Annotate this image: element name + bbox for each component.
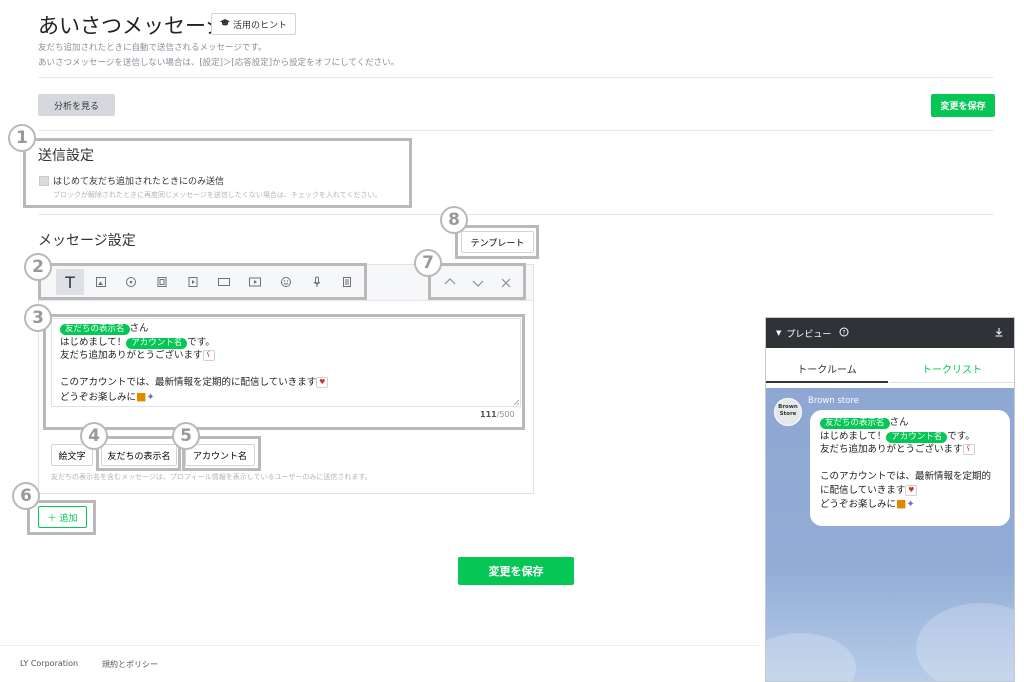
page-description-note: あいさつメッセージを送信しない場合は、[設定]＞[応答設定]から設定をオフにして…	[38, 58, 400, 68]
cloud-decoration	[916, 603, 1014, 681]
bear-emoji-icon: ʕ	[962, 444, 975, 455]
hint-button-label: 活用のヒント	[233, 19, 288, 30]
divider	[38, 214, 994, 215]
callout-box-1	[23, 138, 412, 208]
callout-box-4	[96, 436, 181, 471]
help-icon[interactable]: ?	[839, 327, 849, 340]
page-title: あいさつメッセージ	[38, 14, 227, 38]
page-description: 友だち追加されたときに自動で送信されるメッセージです。	[38, 43, 267, 53]
preview-title: プレビュー	[786, 329, 832, 340]
footer-divider	[0, 645, 760, 646]
hint-button[interactable]: 活用のヒント	[211, 13, 297, 35]
gift-emoji-icon: ■	[896, 497, 907, 510]
caret-down-icon[interactable]: ▼	[776, 329, 781, 337]
callout-box-6	[27, 500, 96, 535]
message-settings-heading: メッセージ設定	[38, 233, 136, 249]
avatar: Brown Store	[774, 398, 802, 426]
save-button-top[interactable]: 変更を保存	[931, 94, 995, 117]
tab-talk-room[interactable]: トークルーム	[766, 355, 888, 383]
divider	[38, 130, 994, 131]
callout-number-2: 2	[24, 253, 52, 281]
preview-panel: ▼ プレビュー ? トークルーム トークリスト Brown Store Brow…	[765, 317, 1015, 682]
analysis-button[interactable]: 分析を見る	[38, 94, 115, 116]
heart-emoji-icon: ♥	[905, 484, 918, 496]
save-button[interactable]: 変更を保存	[458, 557, 574, 585]
tab-talk-list[interactable]: トークリスト	[890, 355, 1014, 383]
preview-header: ▼ プレビュー ?	[766, 318, 1014, 348]
callout-box-2	[38, 263, 367, 300]
graduation-cap-icon	[220, 19, 230, 29]
callout-box-7	[428, 263, 526, 300]
policy-link[interactable]: 規約とポリシー	[102, 659, 158, 670]
callout-number-3: 3	[24, 304, 52, 332]
chat-room: Brown Store Brown store 友だちの表示名 さん はじめまして…	[766, 388, 1014, 681]
download-icon[interactable]	[994, 327, 1004, 340]
copyright-text: LY Corporation	[20, 659, 79, 668]
divider	[38, 77, 994, 78]
friend-name-note: 友だちの表示名を含むメッセージは、プロフィール情報を表示しているユーザーのみに送…	[51, 473, 372, 481]
callout-number-6: 6	[12, 482, 40, 510]
sender-name: Brown store	[808, 396, 859, 406]
callout-number-4: 4	[80, 422, 108, 450]
callout-number-5: 5	[172, 422, 200, 450]
callout-box-3	[43, 314, 525, 430]
callout-box-8	[455, 225, 539, 259]
callout-number-8: 8	[440, 206, 468, 234]
callout-number-7: 7	[414, 249, 442, 277]
svg-text:?: ?	[843, 329, 846, 336]
star-emoji-icon: ✦	[906, 499, 915, 510]
callout-number-1: 1	[8, 124, 36, 152]
cloud-decoration	[766, 633, 856, 681]
preview-tabs: トークルーム トークリスト	[766, 355, 1014, 383]
message-bubble: 友だちの表示名 さん はじめまして！ アカウント名 です。 友だち追加ありがとうござい…	[810, 410, 1010, 526]
